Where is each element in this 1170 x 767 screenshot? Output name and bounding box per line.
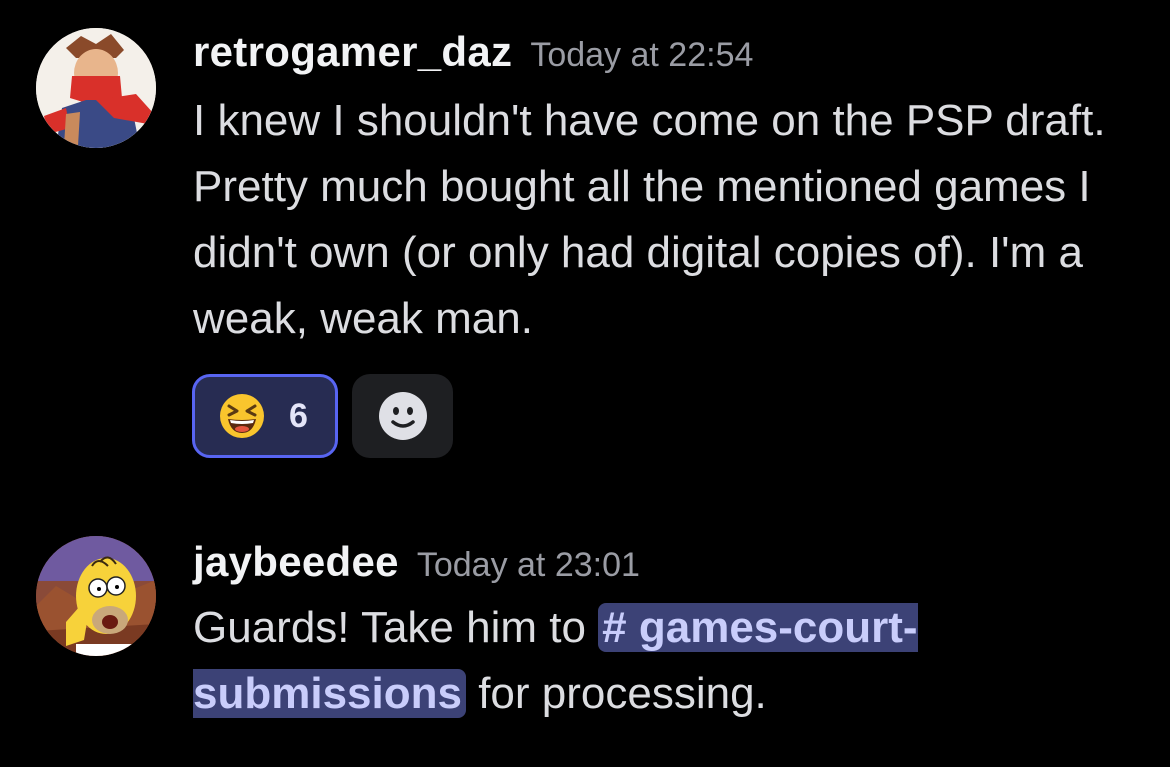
message-header: retrogamer_daz Today at 22:54 <box>193 28 753 76</box>
laughing-squinting-emoji-icon <box>220 394 264 438</box>
timestamp: Today at 23:01 <box>416 546 640 584</box>
user-avatar[interactable] <box>36 28 156 148</box>
reaction-count: 6 <box>289 396 308 435</box>
username[interactable]: jaybeedee <box>193 538 399 585</box>
add-reaction-button[interactable] <box>352 374 453 458</box>
username[interactable]: retrogamer_daz <box>193 28 512 75</box>
add-reaction-smiley-icon <box>378 392 427 440</box>
message-text: I knew I shouldn't have come on the PSP … <box>193 96 1106 343</box>
ninja-character-avatar-icon <box>36 28 156 148</box>
homer-simpson-avatar-icon <box>36 536 156 656</box>
message-text-before: Guards! Take him to <box>193 603 599 652</box>
message-text: Guards! Take him to # games-court-submis… <box>193 595 1143 727</box>
timestamp: Today at 22:54 <box>530 36 754 74</box>
reaction-laughing[interactable]: 6 <box>192 374 338 458</box>
user-avatar[interactable] <box>36 536 156 656</box>
reactions-bar: 6 <box>192 374 453 458</box>
message-text-after: for processing. <box>465 669 767 718</box>
message-header: jaybeedee Today at 23:01 <box>193 538 640 586</box>
